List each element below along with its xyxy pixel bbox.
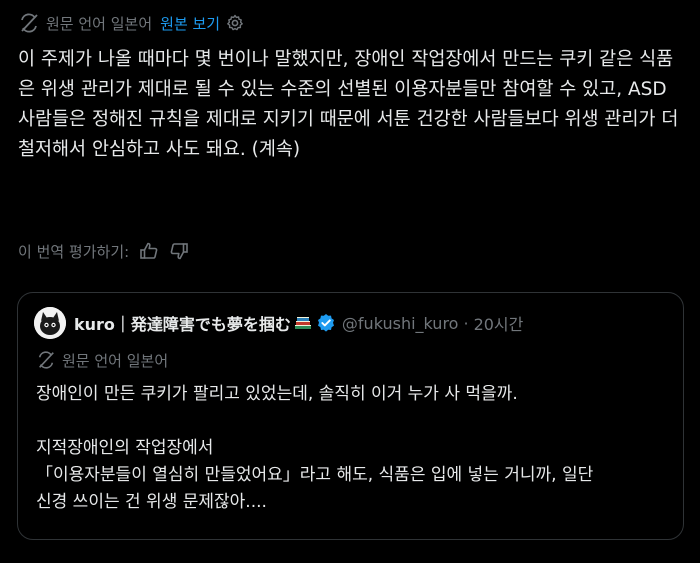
view-original-link[interactable]: 원본 보기: [160, 13, 220, 34]
quoted-text-line: [36, 408, 676, 435]
quoted-text-line: 「이용자분들이 열심히 만들었어요」라고 해도, 식품은 입에 넣는 거니까, …: [36, 465, 594, 485]
avatar[interactable]: [34, 307, 66, 339]
translate-icon: [36, 350, 56, 370]
separator-dot: ·: [463, 313, 469, 333]
verified-badge-icon: [316, 313, 336, 333]
source-language-label: 원문 언어 일본어: [46, 14, 153, 33]
tweet-text: 이 주제가 나올 때마다 몇 번이나 말했지만, 장애인 작업장에서 만드는 쿠…: [18, 49, 685, 160]
display-name[interactable]: kuro｜発達障害でも夢を掴む: [74, 311, 291, 335]
quoted-source-language-label: 원문 언어 일본어: [62, 351, 169, 370]
quoted-tweet-card[interactable]: kuro｜発達障害でも夢を掴む @fukushi_kuro · 20시간 원문 …: [17, 292, 684, 540]
rate-translation-label: 이 번역 평가하기:: [18, 242, 130, 261]
timestamp[interactable]: 20시간: [474, 311, 524, 335]
quoted-translation-bar: 원문 언어 일본어: [36, 347, 168, 373]
quoted-tweet-header: kuro｜発達障害でも夢を掴む @fukushi_kuro · 20시간: [34, 305, 523, 341]
quoted-tweet-text: 장애인이 만든 쿠키가 팔리고 있었는데, 솔직히 이거 누가 사 먹을까. 지…: [36, 381, 676, 516]
translate-icon: [18, 12, 40, 34]
gear-icon[interactable]: [226, 14, 244, 32]
books-emoji-icon: [294, 315, 312, 331]
thumbs-up-icon[interactable]: [139, 241, 159, 261]
quoted-text-line: 지적장애인의 작업장에서: [36, 438, 214, 458]
translation-bar: 원문 언어 일본어 원본 보기: [18, 8, 244, 38]
quoted-text-line: 장애인이 만든 쿠키가 팔리고 있었는데, 솔직히 이거 누가 사 먹을까.: [36, 384, 518, 404]
user-handle[interactable]: @fukushi_kuro: [342, 314, 459, 333]
quoted-text-line: 신경 쓰이는 건 위생 문제잖아....: [36, 492, 267, 512]
thumbs-down-icon[interactable]: [169, 241, 189, 261]
rate-translation-row: 이 번역 평가하기:: [18, 236, 189, 266]
